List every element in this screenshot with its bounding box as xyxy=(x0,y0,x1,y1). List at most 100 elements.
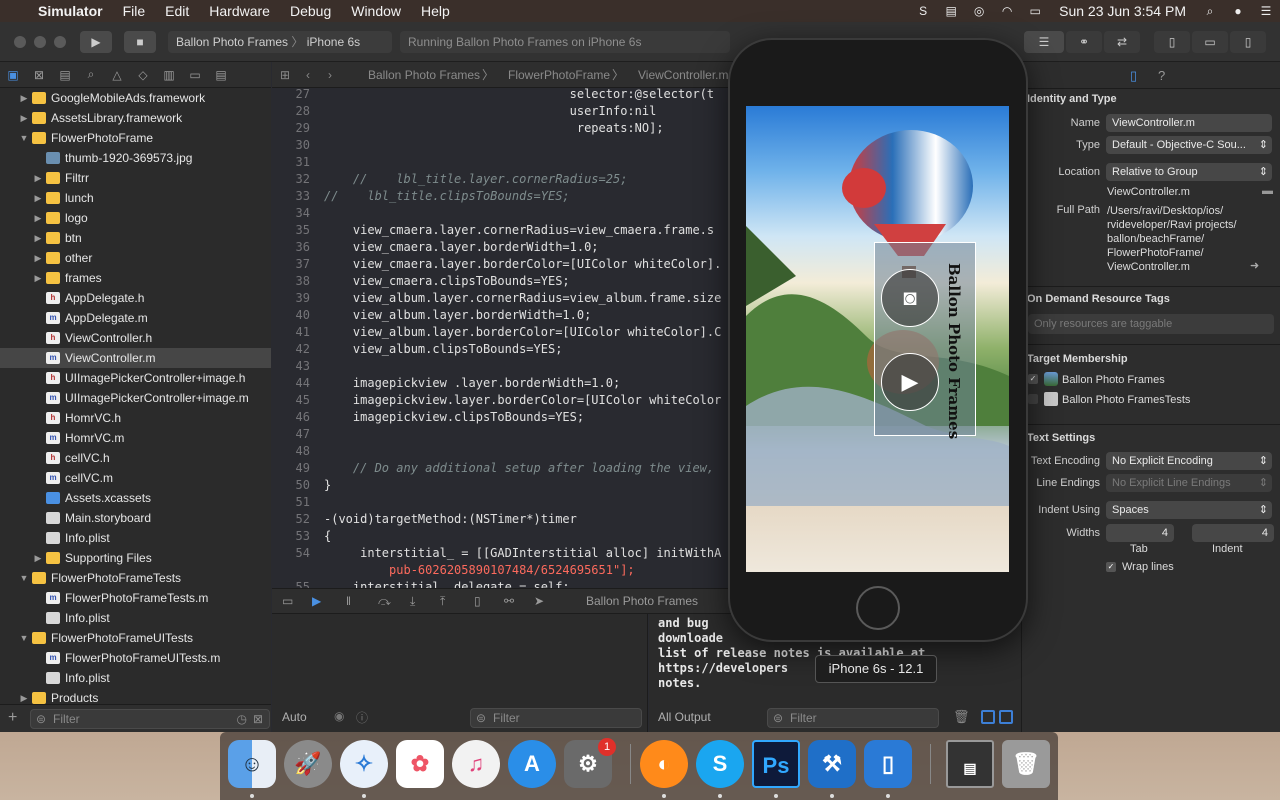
target-checkbox-checked[interactable]: ✓ xyxy=(1028,374,1038,384)
standard-editor-button[interactable]: ☰ xyxy=(1024,31,1064,53)
navigator-item[interactable]: ▶ other xyxy=(0,248,271,268)
camera-button[interactable]: ◙ xyxy=(881,269,939,327)
navigator-item[interactable]: ▶ Products xyxy=(0,688,271,704)
home-button[interactable] xyxy=(856,586,900,630)
navigator-item[interactable]: h ViewController.h xyxy=(0,328,271,348)
notification-center-icon[interactable]: ☰ xyxy=(1257,4,1275,18)
trash-dock-icon[interactable]: 🗑 xyxy=(1002,740,1050,788)
pause-icon[interactable]: ‖ xyxy=(346,589,351,613)
line-endings-popup[interactable]: No Explicit Line Endings ⇕ xyxy=(1106,474,1272,492)
firefox-dock-icon[interactable]: ◐ xyxy=(640,740,688,788)
source-control-navigator-icon[interactable]: ⊠ xyxy=(26,68,52,82)
view-hierarchy-icon[interactable]: ▯ xyxy=(474,589,481,613)
navigator-item[interactable]: Info.plist xyxy=(0,528,271,548)
forward-arrow-icon[interactable]: › xyxy=(328,62,332,87)
output-scope-selector[interactable]: All Output xyxy=(658,710,711,724)
app-store-dock-icon[interactable]: A xyxy=(508,740,556,788)
variables-filter-input[interactable]: ⊜ Filter xyxy=(470,708,642,728)
type-popup[interactable]: Default - Objective-C Sou... ⇕ xyxy=(1106,136,1272,154)
screenshot-stack-dock-icon[interactable]: ▤ xyxy=(946,740,994,788)
navigator-item[interactable]: m UIImagePickerController+image.m xyxy=(0,388,271,408)
quick-help-tab-icon[interactable]: ? xyxy=(1158,68,1165,83)
siri-icon[interactable]: ● xyxy=(1229,4,1247,18)
battery-icon[interactable]: ▭ xyxy=(1026,4,1044,18)
disclosure-open-icon[interactable]: ▼ xyxy=(18,128,30,148)
trash-icon[interactable]: 🗑 xyxy=(953,709,970,725)
menu-debug[interactable]: Debug xyxy=(280,0,341,22)
disclosure-closed-icon[interactable]: ▶ xyxy=(32,248,44,268)
scheme-selector[interactable]: Ballon Photo Frames 〉 iPhone 6s xyxy=(168,31,392,53)
navigator-item[interactable]: ▶ lunch xyxy=(0,188,271,208)
wifi-icon[interactable]: ◠ xyxy=(998,4,1016,18)
menu-edit[interactable]: Edit xyxy=(155,0,199,22)
navigator-item[interactable]: m ViewController.m xyxy=(0,348,271,368)
find-navigator-icon[interactable]: ⌕ xyxy=(78,67,104,82)
menu-window[interactable]: Window xyxy=(341,0,411,22)
spotlight-search-icon[interactable]: ⌕ xyxy=(1201,4,1219,18)
menu-file[interactable]: File xyxy=(113,0,156,22)
add-file-icon[interactable]: + xyxy=(8,709,17,727)
menu-hardware[interactable]: Hardware xyxy=(199,0,280,22)
memory-graph-icon[interactable]: ⚯ xyxy=(504,589,514,613)
navigator-item[interactable]: thumb-1920-369573.jpg xyxy=(0,148,271,168)
finder-dock-icon[interactable]: ☺ xyxy=(228,740,276,788)
reveal-in-finder-icon[interactable]: ➜ xyxy=(1250,259,1259,272)
split-view-right-icon[interactable] xyxy=(999,710,1013,724)
tab-width-field[interactable]: 4 xyxy=(1106,524,1174,542)
menu-app-simulator[interactable]: Simulator xyxy=(28,0,113,22)
disclosure-closed-icon[interactable]: ▶ xyxy=(32,548,44,568)
simulator-dock-icon[interactable]: ▯ xyxy=(864,740,912,788)
file-inspector-tab-icon[interactable]: ▯ xyxy=(1130,68,1137,84)
sync-icon[interactable]: ◎ xyxy=(970,4,988,18)
navigator-item[interactable]: ▶ logo xyxy=(0,208,271,228)
navigator-item[interactable]: ▼ FlowerPhotoFrameTests xyxy=(0,568,271,588)
eye-icon[interactable]: ◉ xyxy=(334,709,344,723)
navigator-item[interactable]: ▶ Filtrr xyxy=(0,168,271,188)
project-navigator-icon[interactable]: ▣ xyxy=(0,68,26,82)
safari-dock-icon[interactable]: ✧ xyxy=(340,740,388,788)
disclosure-closed-icon[interactable]: ▶ xyxy=(18,688,30,704)
navigator-item[interactable]: ▶ AssetsLibrary.framework xyxy=(0,108,271,128)
menu-clock[interactable]: Sun 23 Jun 3:54 PM xyxy=(1049,0,1196,22)
location-icon[interactable]: ➤ xyxy=(534,589,544,613)
disclosure-closed-icon[interactable]: ▶ xyxy=(32,188,44,208)
split-view-left-icon[interactable] xyxy=(981,710,995,724)
back-arrow-icon[interactable]: ‹ xyxy=(306,62,310,87)
navigator-item[interactable]: h AppDelegate.h xyxy=(0,288,271,308)
input-source-icon[interactable]: ▤ xyxy=(942,4,960,18)
navigator-item[interactable]: Info.plist xyxy=(0,608,271,628)
symbol-navigator-icon[interactable]: ▤ xyxy=(52,68,78,82)
jump-bar-group[interactable]: FlowerPhotoFrame xyxy=(508,62,610,87)
album-button[interactable]: ▶ xyxy=(881,353,939,411)
photos-dock-icon[interactable]: ✿ xyxy=(396,740,444,788)
navigator-item[interactable]: ▶ btn xyxy=(0,228,271,248)
navigator-item[interactable]: m FlowerPhotoFrameUITests.m xyxy=(0,648,271,668)
name-field[interactable]: ViewController.m xyxy=(1106,114,1272,132)
skype-status-icon[interactable]: S xyxy=(914,4,932,18)
disclosure-open-icon[interactable]: ▼ xyxy=(18,568,30,588)
text-encoding-popup[interactable]: No Explicit Encoding ⇕ xyxy=(1106,452,1272,470)
debug-navigator-icon[interactable]: ▥ xyxy=(156,68,182,82)
report-navigator-icon[interactable]: ▤ xyxy=(208,68,234,82)
disclosure-closed-icon[interactable]: ▶ xyxy=(32,268,44,288)
toggle-inspector-button[interactable]: ▯ xyxy=(1230,31,1266,53)
skype-dock-icon[interactable]: S xyxy=(696,740,744,788)
xcode-dock-icon[interactable]: ⚒ xyxy=(808,740,856,788)
auto-scope-selector[interactable]: Auto xyxy=(282,710,307,724)
info-icon[interactable]: ⓘ xyxy=(356,709,368,726)
navigator-item[interactable]: Main.storyboard xyxy=(0,508,271,528)
recent-files-icon[interactable]: ◷ xyxy=(237,710,247,728)
hide-debug-area-icon[interactable]: ▭ xyxy=(282,589,293,613)
navigator-item[interactable]: ▶ GoogleMobileAds.framework xyxy=(0,88,271,108)
navigator-item[interactable]: m cellVC.m xyxy=(0,468,271,488)
disclosure-closed-icon[interactable]: ▶ xyxy=(32,228,44,248)
folder-icon[interactable]: ▬ xyxy=(1262,185,1273,197)
target-checkbox-unchecked[interactable] xyxy=(1028,394,1038,404)
scm-filter-icon[interactable]: ⊠ xyxy=(253,710,263,728)
assistant-editor-button[interactable]: ⚭ xyxy=(1066,31,1102,53)
navigator-item[interactable]: ▶ frames xyxy=(0,268,271,288)
jump-bar-file[interactable]: ViewController.m xyxy=(638,62,728,87)
breakpoint-navigator-icon[interactable]: ▭ xyxy=(182,68,208,82)
toggle-debug-area-button[interactable]: ▭ xyxy=(1192,31,1228,53)
indent-width-field[interactable]: 4 xyxy=(1192,524,1274,542)
